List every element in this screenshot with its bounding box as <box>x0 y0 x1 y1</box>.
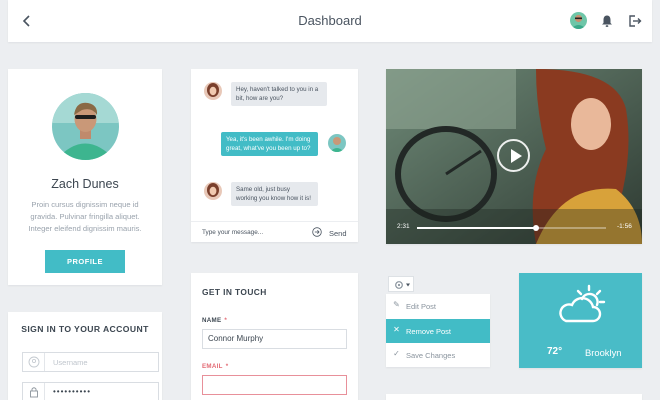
bell-icon[interactable] <box>601 14 613 28</box>
email-label: EMAIL * <box>202 363 228 370</box>
chat-avatar-woman <box>204 182 222 200</box>
profile-bio: Proin cursus dignissim neque id gravida.… <box>28 200 142 233</box>
check-icon: ✓ <box>393 349 400 358</box>
chat-avatar-woman <box>204 82 222 100</box>
password-value: •••••••••• <box>53 387 92 396</box>
settings-dropdown-button[interactable] <box>388 276 414 292</box>
chat-card: Hey, haven't talked to you in a bit, how… <box>191 69 358 242</box>
pencil-icon: ✎ <box>393 300 400 309</box>
menu-item-remove-post[interactable]: ✕ Remove Post <box>386 319 490 343</box>
video-elapsed-time: 2:31 <box>397 223 410 230</box>
menu-item-save-changes[interactable]: ✓ Save Changes <box>386 343 490 367</box>
user-icon <box>23 353 45 371</box>
name-label: NAME * <box>202 317 227 324</box>
username-placeholder: Username <box>53 358 88 367</box>
video-scrubber-handle[interactable] <box>533 224 540 231</box>
menu-item-edit-post[interactable]: ✎ Edit Post <box>386 294 490 318</box>
send-button[interactable]: Send <box>329 229 347 238</box>
chat-message: Yea, it's been awhile. I'm doing great, … <box>221 132 318 156</box>
name-input[interactable]: Connor Murphy <box>202 329 347 349</box>
play-icon <box>511 149 522 163</box>
name-label-text: NAME <box>202 317 222 324</box>
partly-cloudy-icon <box>559 284 606 323</box>
contact-title: GET IN TOUCH <box>202 287 267 297</box>
post-actions-menu: ✎ Edit Post ✕ Remove Post ✓ Save Changes <box>386 294 490 367</box>
profile-card: Zach Dunes Proin cursus dignissim neque … <box>8 69 162 285</box>
chat-message: Hey, haven't talked to you in a bit, how… <box>231 82 327 106</box>
profile-avatar <box>52 93 119 160</box>
username-field[interactable]: Username <box>22 352 159 372</box>
menu-item-label: Save Changes <box>406 351 456 360</box>
gear-icon <box>395 281 410 289</box>
weather-city: Brooklyn <box>585 347 622 358</box>
page-title: Dashboard <box>298 13 362 28</box>
contact-card: GET IN TOUCH NAME * Connor Murphy EMAIL * <box>191 273 358 400</box>
profile-button[interactable]: PROFILE <box>45 250 125 273</box>
chat-input-placeholder: Type your message... <box>202 229 264 236</box>
menu-item-label: Remove Post <box>406 327 452 336</box>
signin-card: SIGN IN TO YOUR ACCOUNT Username •••••••… <box>8 312 162 400</box>
lock-icon <box>23 383 45 400</box>
top-bar: Dashboard <box>8 0 652 42</box>
password-field[interactable]: •••••••••• <box>22 382 159 400</box>
weather-temperature: 72° <box>547 346 563 357</box>
required-mark: * <box>225 363 229 370</box>
required-mark: * <box>224 317 228 324</box>
email-label-text: EMAIL <box>202 363 223 370</box>
menu-item-label: Edit Post <box>406 302 437 311</box>
close-icon: ✕ <box>393 325 400 334</box>
video-progress-fill <box>417 227 537 229</box>
profile-name: Zach Dunes <box>51 177 119 191</box>
signin-title: SIGN IN TO YOUR ACCOUNT <box>21 324 149 334</box>
chat-message: Same old, just busy working you know how… <box>231 182 318 206</box>
video-player[interactable]: 2:31 -1:56 <box>386 69 642 244</box>
partial-card <box>386 394 642 400</box>
user-avatar[interactable] <box>570 12 587 29</box>
email-input[interactable] <box>202 375 347 395</box>
video-progress-bar[interactable] <box>417 224 606 231</box>
send-icon[interactable] <box>312 227 322 237</box>
logout-icon[interactable] <box>628 14 642 28</box>
chat-input[interactable]: Type your message... Send <box>191 221 358 242</box>
video-remaining-time: -1:56 <box>617 223 632 230</box>
play-button[interactable] <box>497 139 530 172</box>
weather-card: 72° Brooklyn <box>519 273 642 368</box>
chat-avatar-man <box>328 134 346 152</box>
